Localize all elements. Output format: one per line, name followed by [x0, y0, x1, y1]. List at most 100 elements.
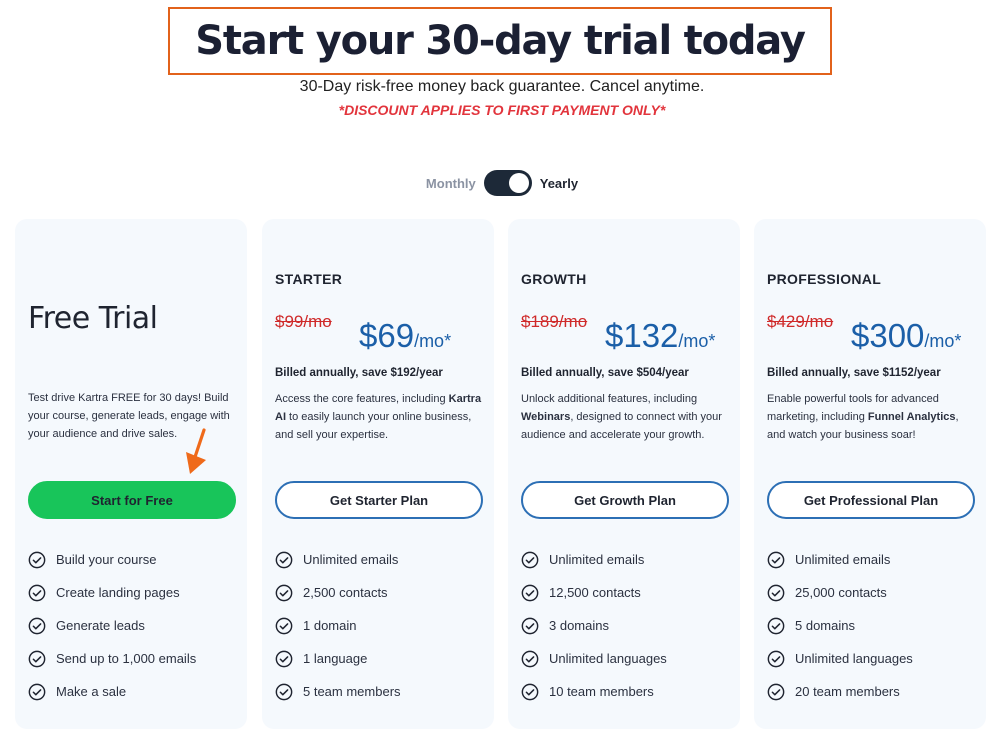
feature-item: 1 language [275, 642, 401, 675]
feature-text: 1 domain [303, 618, 357, 633]
billing-note: Billed annually, save $1152/year [767, 367, 941, 379]
feature-text: 5 team members [303, 684, 401, 699]
monthly-label[interactable]: Monthly [426, 176, 476, 191]
feature-list: Unlimited emails 2,500 contacts 1 domain… [275, 543, 401, 708]
feature-text: 1 language [303, 651, 368, 666]
feature-text: 12,500 contacts [549, 585, 641, 600]
check-circle-icon [275, 617, 293, 634]
check-circle-icon [275, 683, 293, 700]
billing-note: Billed annually, save $192/year [275, 367, 443, 379]
feature-text: Unlimited languages [549, 651, 667, 666]
feature-text: Generate leads [56, 618, 145, 633]
plan-description: Access the core features, including Kart… [275, 393, 482, 441]
feature-list: Build your course Create landing pages G… [28, 543, 196, 708]
billing-note: Billed annually, save $504/year [521, 367, 689, 379]
feature-text: Create landing pages [56, 585, 180, 600]
check-circle-icon [521, 584, 539, 601]
feature-text: Send up to 1,000 emails [56, 651, 197, 666]
check-circle-icon [521, 650, 539, 667]
check-circle-icon [28, 683, 46, 700]
price-amount: $69 [359, 317, 415, 354]
switch-knob [508, 173, 529, 193]
old-price: $429/mo [767, 312, 834, 331]
discount-notice: *DISCOUNT APPLIES TO FIRST PAYMENT ONLY* [338, 102, 666, 118]
feature-item: 10 team members [521, 675, 667, 708]
plan-card-starter: STARTER $99/mo $69/mo* Billed annually, … [262, 219, 494, 729]
feature-item: Send up to 1,000 emails [28, 642, 196, 675]
get-growth-plan-button[interactable]: Get Growth Plan [521, 481, 729, 519]
price-amount: $132 [605, 317, 679, 354]
feature-item: 20 team members [767, 675, 913, 708]
highlight-feature: Webinars [521, 411, 571, 423]
feature-text: 20 team members [795, 684, 900, 699]
highlight-feature: Funnel Analytics [867, 411, 956, 423]
check-circle-icon [767, 617, 785, 634]
plan-description: Unlock additional features, including We… [521, 393, 722, 441]
plan-name: GROWTH [521, 271, 587, 287]
feature-item: 3 domains [521, 609, 667, 642]
feature-item: 25,000 contacts [767, 576, 913, 609]
feature-text: 2,500 contacts [303, 585, 388, 600]
current-price: $300/mo* [851, 317, 961, 355]
feature-text: Unlimited languages [795, 651, 913, 666]
feature-item: 5 domains [767, 609, 913, 642]
old-price: $189/mo [521, 312, 588, 331]
plan-card-free-trial: Free Trial Test drive Kartra FREE for 30… [15, 219, 247, 729]
billing-toggle: Monthly Yearly [0, 170, 1004, 196]
price-period: /mo* [924, 331, 962, 351]
orange-arrow-icon [186, 428, 206, 474]
check-circle-icon [28, 617, 46, 634]
feature-text: Build your course [56, 552, 157, 567]
feature-item: Create landing pages [28, 576, 196, 609]
get-starter-plan-button[interactable]: Get Starter Plan [275, 481, 483, 519]
feature-list: Unlimited emails 12,500 contacts 3 domai… [521, 543, 667, 708]
feature-item: Make a sale [28, 675, 196, 708]
check-circle-icon [28, 551, 46, 568]
price-period: /mo* [414, 331, 452, 351]
feature-text: 3 domains [549, 618, 609, 633]
headline-highlight-box: Start your 30-day trial today [168, 7, 832, 75]
feature-list: Unlimited emails 25,000 contacts 5 domai… [767, 543, 913, 708]
check-circle-icon [521, 551, 539, 568]
feature-text: Make a sale [56, 684, 127, 699]
feature-text: 25,000 contacts [795, 585, 887, 600]
billing-switch[interactable] [483, 170, 532, 196]
check-circle-icon [28, 584, 46, 601]
check-circle-icon [275, 551, 293, 568]
guarantee-text: 30-Day risk-free money back guarantee. C… [299, 78, 705, 95]
plan-name: STARTER [275, 271, 343, 287]
feature-item: Unlimited emails [521, 543, 667, 576]
feature-text: Unlimited emails [795, 552, 891, 567]
check-circle-icon [28, 650, 46, 667]
check-circle-icon [767, 584, 785, 601]
feature-item: 12,500 contacts [521, 576, 667, 609]
check-circle-icon [767, 650, 785, 667]
feature-item: 1 domain [275, 609, 401, 642]
price-amount: $300 [851, 317, 925, 354]
page-title: Start your 30-day trial today [195, 18, 806, 64]
feature-item: Unlimited languages [767, 642, 913, 675]
plan-card-professional: PROFESSIONAL $429/mo $300/mo* Billed ann… [754, 219, 986, 729]
check-circle-icon [521, 683, 539, 700]
feature-text: 10 team members [549, 684, 654, 699]
check-circle-icon [275, 650, 293, 667]
check-circle-icon [521, 617, 539, 634]
feature-text: Unlimited emails [303, 552, 399, 567]
plan-title: Free Trial [28, 301, 158, 336]
plan-card-growth: GROWTH $189/mo $132/mo* Billed annually,… [508, 219, 740, 729]
check-circle-icon [767, 683, 785, 700]
current-price: $69/mo* [359, 317, 451, 355]
old-price: $99/mo [275, 312, 332, 331]
current-price: $132/mo* [605, 317, 715, 355]
get-professional-plan-button[interactable]: Get Professional Plan [767, 481, 975, 519]
feature-item: 2,500 contacts [275, 576, 401, 609]
yearly-label[interactable]: Yearly [540, 176, 578, 191]
price-period: /mo* [678, 331, 716, 351]
start-for-free-button[interactable]: Start for Free [28, 481, 236, 519]
check-circle-icon [767, 551, 785, 568]
feature-item: 5 team members [275, 675, 401, 708]
plan-description: Enable powerful tools for advanced marke… [767, 393, 959, 441]
feature-item: Unlimited languages [521, 642, 667, 675]
feature-item: Unlimited emails [275, 543, 401, 576]
feature-item: Generate leads [28, 609, 196, 642]
